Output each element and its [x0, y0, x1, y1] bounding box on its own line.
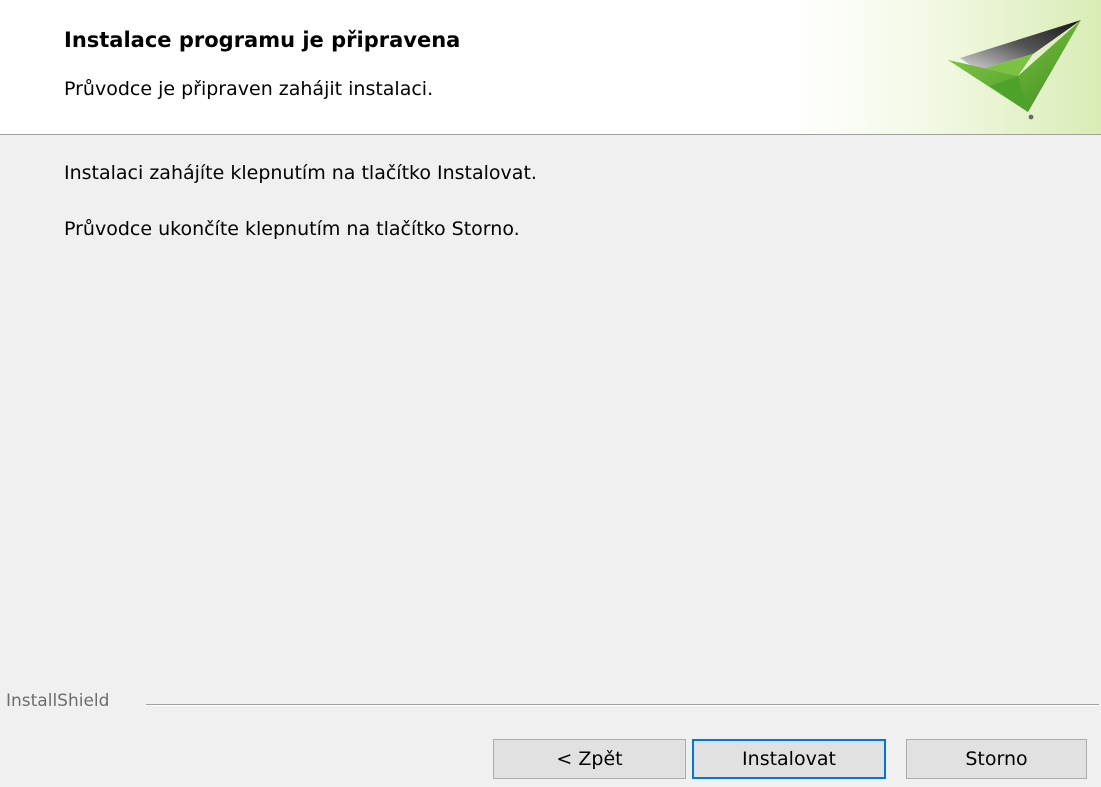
- page-title: Instalace programu je připravena: [64, 28, 461, 52]
- wizard-header: Instalace programu je připravena Průvodc…: [0, 0, 1101, 135]
- cancel-button[interactable]: Storno: [906, 739, 1087, 779]
- back-button[interactable]: < Zpět: [493, 739, 686, 779]
- installshield-separator: InstallShield: [0, 691, 1101, 717]
- brand-label: InstallShield: [6, 691, 110, 711]
- instruction-install: Instalaci zahájíte klepnutím na tlačítko…: [64, 162, 537, 184]
- separator-line: [146, 704, 1099, 706]
- installshield-checkmark-logo-icon: [948, 20, 1081, 120]
- instruction-cancel: Průvodce ukončíte klepnutím na tlačítko …: [64, 218, 520, 240]
- install-button[interactable]: Instalovat: [692, 739, 886, 779]
- page-subtitle: Průvodce je připraven zahájit instalaci.: [64, 78, 434, 100]
